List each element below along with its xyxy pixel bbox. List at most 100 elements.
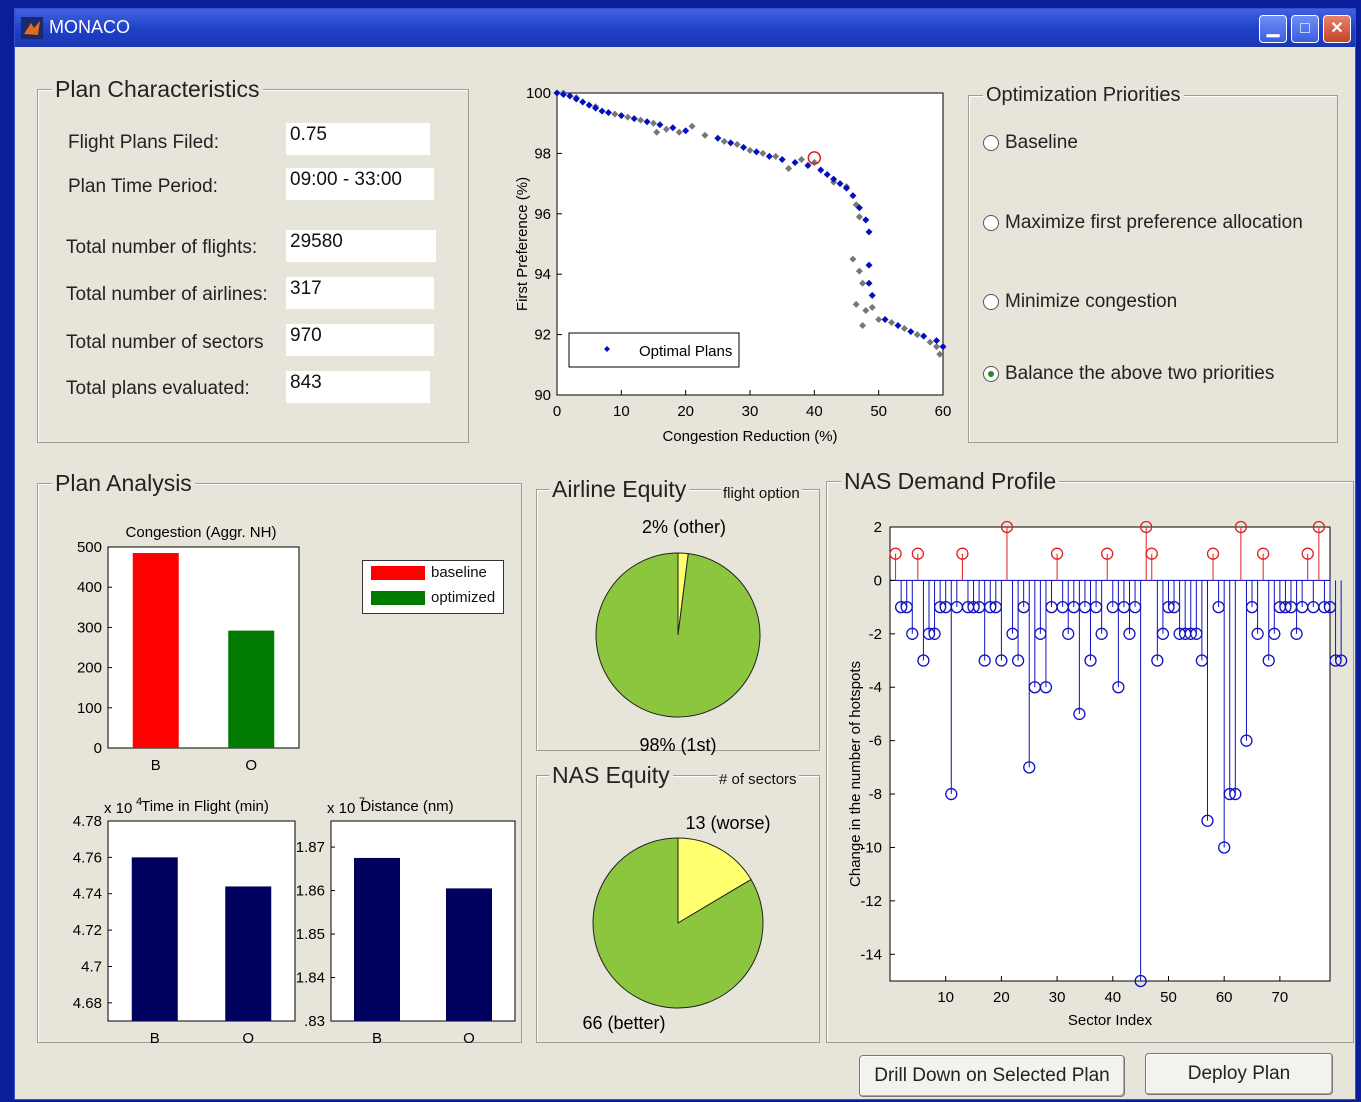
nas-equity-pie: 13 (worse) 66 (better) bbox=[582, 813, 770, 1033]
total-flights-field[interactable]: 29580 bbox=[286, 230, 436, 262]
legend-swatch-optimized bbox=[371, 591, 425, 605]
y-tick-label: 90 bbox=[534, 387, 551, 404]
legend-swatch-baseline bbox=[371, 566, 425, 580]
y-tick-label: 4.76 bbox=[73, 849, 102, 866]
total-airlines-field[interactable]: 317 bbox=[286, 277, 434, 309]
x-axis-label: Sector Index bbox=[1068, 1012, 1153, 1029]
y-tick-label: 1.84 bbox=[296, 970, 325, 987]
total-sectors-field[interactable]: 970 bbox=[286, 324, 434, 356]
multiplier-exponent: 7 bbox=[359, 796, 365, 808]
x-tick-label: 10 bbox=[613, 403, 630, 420]
title-bar: MONACO ▁ □ ✕ bbox=[15, 9, 1355, 47]
pie-slice-label: 98% (1st) bbox=[639, 735, 716, 755]
y-tick-label: -12 bbox=[860, 893, 882, 910]
x-tick-label: 40 bbox=[806, 403, 823, 420]
pie-slice-label: 66 (better) bbox=[582, 1013, 665, 1033]
y-tick-label: 0 bbox=[94, 740, 102, 757]
y-tick-label: 2 bbox=[874, 519, 882, 536]
x-tick-label: 40 bbox=[1104, 989, 1121, 1006]
radio-balance-label: Balance the above two priorities bbox=[1005, 363, 1275, 384]
chart-title: Time in Flight (min) bbox=[141, 798, 269, 815]
x-tick-label: 30 bbox=[742, 403, 759, 420]
radio-selected-icon[interactable] bbox=[983, 366, 999, 382]
x-tick-label: 60 bbox=[935, 403, 952, 420]
bar bbox=[132, 553, 179, 748]
legend-optimized-label: optimized bbox=[431, 589, 496, 606]
y-tick-label: 300 bbox=[77, 619, 102, 636]
y-tick-label: -4 bbox=[869, 679, 882, 696]
y-tick-label: 96 bbox=[534, 206, 551, 223]
total-airlines-label: Total number of airlines: bbox=[66, 284, 268, 305]
x-tick-label: O bbox=[242, 1030, 254, 1047]
x-tick-label: B bbox=[150, 1030, 160, 1047]
deploy-plan-button[interactable]: Deploy Plan bbox=[1145, 1053, 1333, 1095]
y-tick-label: 400 bbox=[77, 579, 102, 596]
close-button[interactable]: ✕ bbox=[1323, 15, 1351, 43]
x-tick-label: 60 bbox=[1216, 989, 1233, 1006]
bar bbox=[225, 886, 272, 1021]
y-tick-label: 1.86 bbox=[296, 883, 325, 900]
optimization-priorities-title: Optimization Priorities bbox=[983, 84, 1184, 107]
total-sectors-label: Total number of sectors bbox=[66, 332, 264, 353]
multiplier-label: x 10 bbox=[327, 800, 355, 817]
y-tick-label: 4.74 bbox=[73, 886, 102, 903]
y-tick-label: .83 bbox=[304, 1013, 325, 1030]
x-tick-label: 0 bbox=[553, 403, 561, 420]
pareto-scatter-chart[interactable]: 0 10 20 30 40 50 60 90 92 94 96 98 100 Congestion Red… bbox=[493, 83, 963, 463]
maximize-button[interactable]: □ bbox=[1291, 15, 1319, 43]
flight-plans-filed-field[interactable]: 0.75 bbox=[286, 123, 430, 155]
pie-slice bbox=[595, 552, 761, 718]
y-tick-label: 4.72 bbox=[73, 922, 102, 939]
y-axis-label: Change in the number of hotspots bbox=[847, 661, 864, 887]
legend-baseline-label: baseline bbox=[431, 564, 487, 581]
radio-baseline[interactable]: Baseline bbox=[983, 132, 1078, 154]
plan-time-period-label: Plan Time Period: bbox=[68, 176, 218, 197]
y-tick-label: -8 bbox=[869, 786, 882, 803]
x-tick-label: 30 bbox=[1049, 989, 1066, 1006]
minimize-button[interactable]: ▁ bbox=[1259, 15, 1287, 43]
y-tick-label: 0 bbox=[874, 572, 882, 589]
plan-characteristics-title: Plan Characteristics bbox=[52, 76, 263, 103]
bar bbox=[228, 630, 275, 748]
plot-area bbox=[889, 526, 1331, 982]
radio-icon[interactable] bbox=[983, 294, 999, 310]
multiplier-exponent: 4 bbox=[136, 796, 142, 808]
y-tick-label: -2 bbox=[869, 626, 882, 643]
congestion-bar-chart: 0100200300400500B OCongestion (Aggr. NH) bbox=[77, 524, 300, 774]
x-tick-label: B bbox=[372, 1030, 382, 1047]
chart-title: Congestion (Aggr. NH) bbox=[126, 524, 277, 541]
radio-balance[interactable]: Balance the above two priorities bbox=[983, 363, 1274, 385]
radio-max-first-preference[interactable]: Maximize first preference allocation bbox=[983, 212, 1303, 234]
close-icon: ✕ bbox=[1330, 20, 1344, 37]
plan-time-period-field[interactable]: 09:00 - 33:00 bbox=[286, 168, 434, 200]
y-tick-label: 4.78 bbox=[73, 813, 102, 830]
total-plans-evaluated-label: Total plans evaluated: bbox=[66, 378, 250, 399]
radio-max-first-preference-label: Maximize first preference allocation bbox=[1005, 212, 1303, 233]
y-tick-label: 1.85 bbox=[296, 926, 325, 943]
y-tick-label: 200 bbox=[77, 660, 102, 677]
x-tick-label: 10 bbox=[937, 989, 954, 1006]
bar bbox=[446, 888, 492, 1021]
bar bbox=[131, 857, 178, 1021]
plan-analysis-legend: baseline optimized bbox=[362, 560, 504, 614]
multiplier-label: x 10 bbox=[104, 800, 132, 817]
pie-slice-label: 13 (worse) bbox=[685, 813, 770, 833]
radio-icon[interactable] bbox=[983, 215, 999, 231]
y-tick-label: 92 bbox=[534, 327, 551, 344]
drill-down-button[interactable]: Drill Down on Selected Plan bbox=[859, 1055, 1125, 1097]
y-tick-label: 98 bbox=[534, 145, 551, 162]
total-flights-label: Total number of flights: bbox=[66, 237, 258, 258]
maximize-icon: □ bbox=[1300, 20, 1310, 37]
y-tick-label: -6 bbox=[869, 733, 882, 750]
radio-min-congestion[interactable]: Minimize congestion bbox=[983, 291, 1177, 313]
optimization-priorities-panel: Optimization Priorities Baseline Maximiz… bbox=[968, 84, 1338, 443]
legend-label: Optimal Plans bbox=[639, 343, 732, 360]
window-title: MONACO bbox=[49, 17, 130, 37]
x-axis-label: Congestion Reduction (%) bbox=[662, 428, 837, 445]
radio-icon[interactable] bbox=[983, 135, 999, 151]
plan-characteristics-panel: Plan Characteristics Flight Plans Filed:… bbox=[37, 76, 469, 443]
x-tick-label: 20 bbox=[993, 989, 1010, 1006]
total-plans-evaluated-field[interactable]: 843 bbox=[286, 371, 430, 403]
flight-plans-filed-label: Flight Plans Filed: bbox=[68, 132, 220, 153]
y-tick-label: 94 bbox=[534, 266, 551, 283]
